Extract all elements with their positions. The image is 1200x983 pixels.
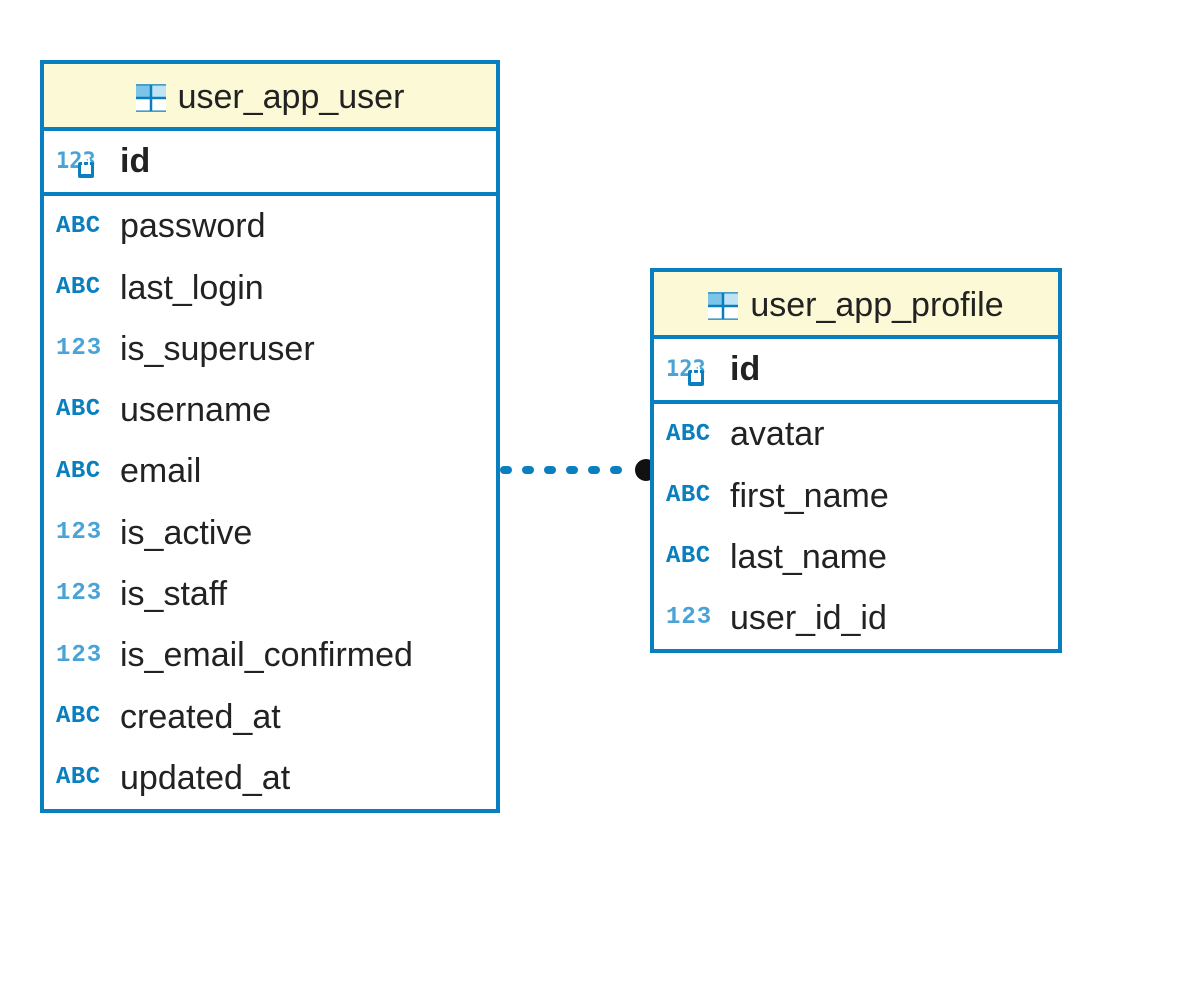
text-type-icon: ABC [666,418,720,453]
text-type-icon: ABC [666,479,720,514]
number-type-icon: 123 [56,639,110,674]
text-type-icon: ABC [56,455,110,490]
column-pk-id[interactable]: 123 id [654,339,1058,400]
number-type-icon: 123 [56,332,110,367]
column-name: password [120,202,266,251]
column-name: first_name [730,472,889,521]
table-title: user_app_user [178,78,405,117]
column-last-name[interactable]: ABC last_name [654,527,1058,588]
column-name: username [120,386,271,435]
primary-key-icon: 123 [56,145,110,179]
columns-list: ABC avatar ABC first_name ABC last_name … [654,404,1058,649]
column-name: is_email_confirmed [120,631,413,680]
column-name: avatar [730,410,825,459]
column-name: is_staff [120,570,227,619]
column-name: is_active [120,509,252,558]
column-is-staff[interactable]: 123 is_staff [44,564,496,625]
text-type-icon: ABC [56,393,110,428]
number-type-icon: 123 [666,601,720,636]
column-is-active[interactable]: 123 is_active [44,503,496,564]
column-is-email-confirmed[interactable]: 123 is_email_confirmed [44,625,496,686]
column-created-at[interactable]: ABC created_at [44,687,496,748]
text-type-icon: ABC [56,271,110,306]
table-user-app-user[interactable]: user_app_user 123 id ABC password ABC la… [40,60,500,813]
column-name: user_id_id [730,594,887,643]
column-name: email [120,447,201,496]
table-header: user_app_profile [654,272,1058,339]
primary-key-icon: 123 [666,353,720,387]
column-name: last_login [120,264,264,313]
table-icon [136,83,166,113]
column-updated-at[interactable]: ABC updated_at [44,748,496,809]
table-user-app-profile[interactable]: user_app_profile 123 id ABC avatar ABC f… [650,268,1062,653]
column-user-id-id[interactable]: 123 user_id_id [654,588,1058,649]
column-name: id [120,137,150,186]
column-name: is_superuser [120,325,315,374]
column-last-login[interactable]: ABC last_login [44,258,496,319]
column-name: created_at [120,693,281,742]
column-first-name[interactable]: ABC first_name [654,466,1058,527]
column-name: id [730,345,760,394]
text-type-icon: ABC [56,761,110,796]
column-username[interactable]: ABC username [44,380,496,441]
text-type-icon: ABC [56,210,110,245]
table-title: user_app_profile [750,286,1003,325]
number-type-icon: 123 [56,577,110,612]
text-type-icon: ABC [56,700,110,735]
table-icon [708,291,738,321]
column-email[interactable]: ABC email [44,441,496,502]
columns-list: ABC password ABC last_login 123 is_super… [44,196,496,809]
table-header: user_app_user [44,64,496,131]
column-name: last_name [730,533,887,582]
text-type-icon: ABC [666,540,720,575]
column-pk-id[interactable]: 123 id [44,131,496,192]
number-type-icon: 123 [56,516,110,551]
column-password[interactable]: ABC password [44,196,496,257]
column-is-superuser[interactable]: 123 is_superuser [44,319,496,380]
column-avatar[interactable]: ABC avatar [654,404,1058,465]
column-name: updated_at [120,754,290,803]
